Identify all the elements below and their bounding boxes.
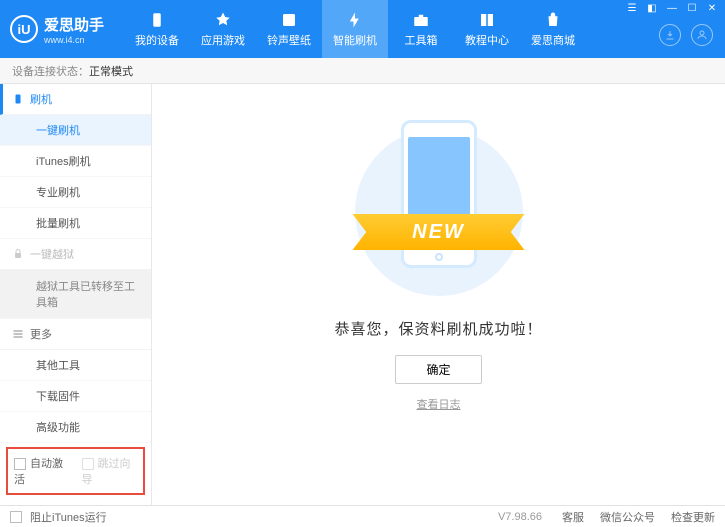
footer-link-support[interactable]: 客服 xyxy=(562,509,584,525)
app-url: www.i4.cn xyxy=(44,35,104,45)
footer-link-update[interactable]: 检查更新 xyxy=(671,509,715,525)
download-button[interactable] xyxy=(659,24,681,46)
apps-icon xyxy=(214,11,232,29)
download-icon xyxy=(664,29,676,41)
sidebar-item-pro-flash[interactable]: 专业刷机 xyxy=(0,177,151,208)
view-log-link[interactable]: 查看日志 xyxy=(417,396,461,412)
footer-link-wechat[interactable]: 微信公众号 xyxy=(600,509,655,525)
highlighted-options: 自动激活 跳过向导 xyxy=(6,447,145,495)
footer: 阻止iTunes运行 V7.98.66 客服 微信公众号 检查更新 xyxy=(0,505,725,527)
menu-button[interactable]: ☰ xyxy=(625,3,639,14)
checkbox-skip-wizard: 跳过向导 xyxy=(82,455,138,487)
maximize-button[interactable]: ☐ xyxy=(685,3,699,14)
close-button[interactable]: ✕ xyxy=(705,3,719,14)
flash-icon xyxy=(346,11,364,29)
book-icon xyxy=(478,11,496,29)
sidebar-item-advanced[interactable]: 高级功能 xyxy=(0,412,151,443)
main-content: NEW 恭喜您，保资料刷机成功啦！ 确定 查看日志 xyxy=(152,84,725,505)
device-icon xyxy=(148,11,166,29)
skin-button[interactable]: ◧ xyxy=(645,3,659,14)
ok-button[interactable]: 确定 xyxy=(395,355,481,384)
status-value: 正常模式 xyxy=(89,63,133,79)
sidebar: 刷机 一键刷机 iTunes刷机 专业刷机 批量刷机 一键越狱 越狱工具已转移至… xyxy=(0,84,152,505)
sidebar-jailbreak-note: 越狱工具已转移至工具箱 xyxy=(0,270,151,319)
title-bar: iU 爱思助手 www.i4.cn 我的设备 应用游戏 铃声壁纸 智能刷机 工具… xyxy=(0,0,725,58)
sidebar-group-jailbreak: 一键越狱 xyxy=(0,239,151,270)
account-button[interactable] xyxy=(691,24,713,46)
app-title: 爱思助手 xyxy=(44,14,104,35)
status-bar: 设备连接状态： 正常模式 xyxy=(0,58,725,84)
status-label: 设备连接状态： xyxy=(12,63,89,79)
lock-icon xyxy=(12,248,24,260)
logo-icon: iU xyxy=(10,15,38,43)
nav-flash[interactable]: 智能刷机 xyxy=(322,0,388,58)
new-ribbon: NEW xyxy=(353,214,525,250)
success-illustration: NEW xyxy=(339,120,539,308)
store-icon xyxy=(544,11,562,29)
nav-my-device[interactable]: 我的设备 xyxy=(124,0,190,58)
phone-icon xyxy=(12,93,24,105)
sidebar-item-batch-flash[interactable]: 批量刷机 xyxy=(0,208,151,239)
wallpaper-icon xyxy=(280,11,298,29)
logo: iU 爱思助手 www.i4.cn xyxy=(10,14,104,45)
version-label: V7.98.66 xyxy=(498,511,542,523)
sidebar-item-download-fw[interactable]: 下载固件 xyxy=(0,381,151,412)
checkbox-auto-activate[interactable]: 自动激活 xyxy=(14,455,70,487)
nav-ringtones[interactable]: 铃声壁纸 xyxy=(256,0,322,58)
sidebar-item-itunes-flash[interactable]: iTunes刷机 xyxy=(0,146,151,177)
nav-store[interactable]: 爱思商城 xyxy=(520,0,586,58)
list-icon xyxy=(12,328,24,340)
user-icon xyxy=(696,29,708,41)
sidebar-item-oneclick-flash[interactable]: 一键刷机 xyxy=(0,115,151,146)
sidebar-group-more[interactable]: 更多 xyxy=(0,319,151,350)
sidebar-group-flash[interactable]: 刷机 xyxy=(0,84,151,115)
nav-tutorials[interactable]: 教程中心 xyxy=(454,0,520,58)
toolbox-icon xyxy=(412,11,430,29)
nav-toolbox[interactable]: 工具箱 xyxy=(388,0,454,58)
success-message: 恭喜您，保资料刷机成功啦！ xyxy=(334,318,542,339)
minimize-button[interactable]: ― xyxy=(665,3,679,14)
sidebar-item-other-tools[interactable]: 其他工具 xyxy=(0,350,151,381)
nav-apps[interactable]: 应用游戏 xyxy=(190,0,256,58)
checkbox-block-itunes[interactable]: 阻止iTunes运行 xyxy=(10,509,107,525)
